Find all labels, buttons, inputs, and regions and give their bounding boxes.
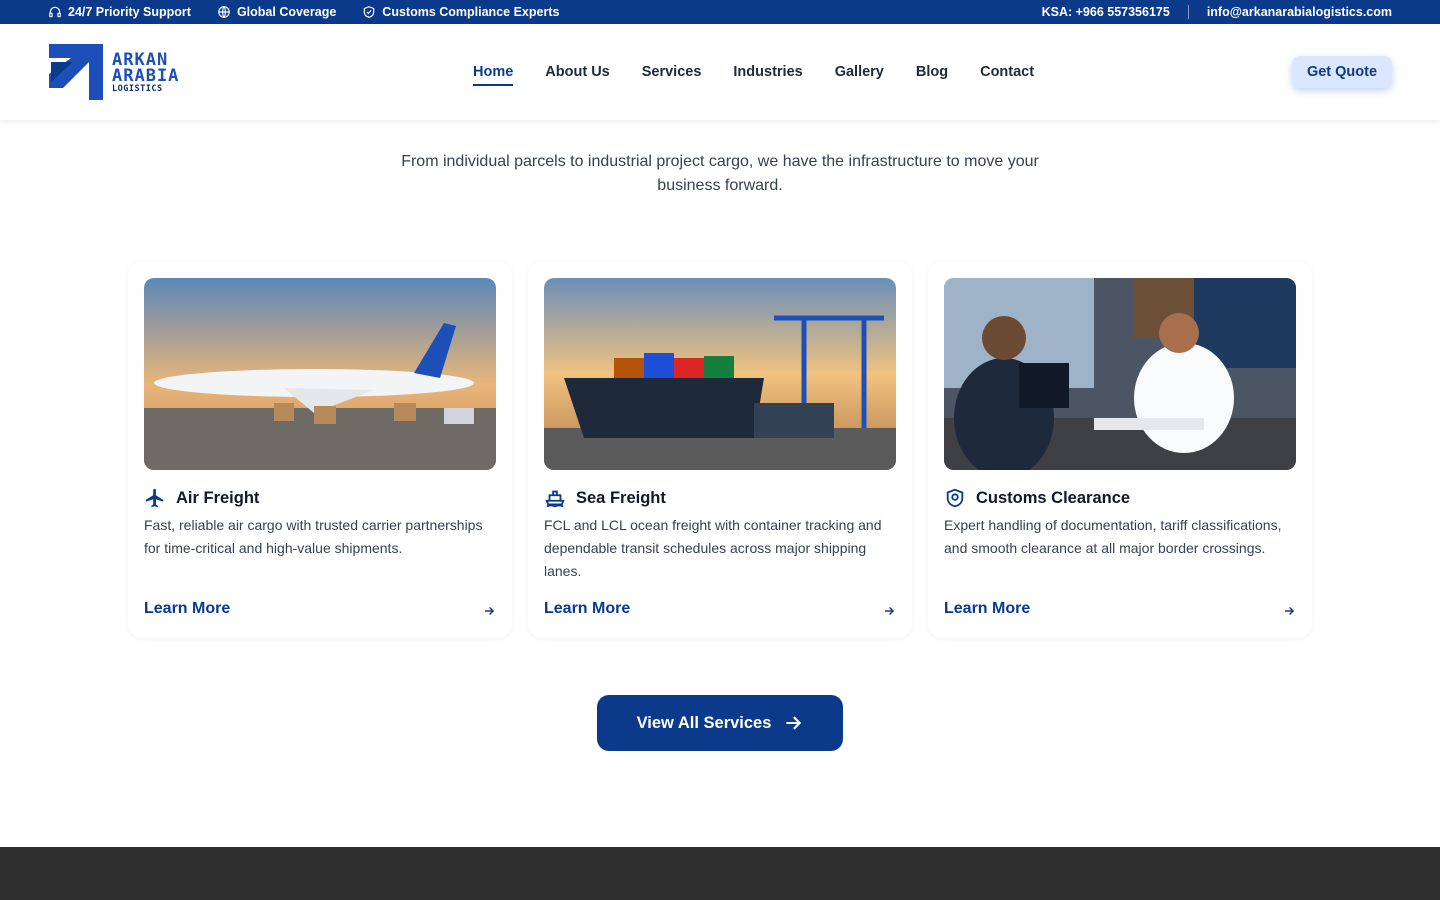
logo-mark-icon (49, 44, 103, 100)
site-header: ARKAN ARABIA LOGISTICS Home About Us Ser… (0, 24, 1440, 120)
service-card-customs-clearance: Customs Clearance Expert handling of doc… (928, 262, 1312, 638)
section-intro: From individual parcels to industrial pr… (401, 153, 1039, 194)
arrow-right-icon (786, 716, 802, 730)
coverage-text: Global Coverage (236, 5, 337, 19)
brand-logo[interactable]: ARKAN ARABIA LOGISTICS (49, 44, 209, 102)
compliance-item: Customs Compliance Experts (362, 5, 559, 19)
arrow-right-icon[interactable] (882, 604, 896, 618)
sea-freight-title-row: Sea Freight (544, 487, 666, 509)
support-text: 24/7 Priority Support (68, 5, 191, 19)
nav-gallery[interactable]: Gallery (835, 64, 884, 80)
air-freight-description: Fast, reliable air cargo with trusted ca… (144, 517, 483, 556)
get-quote-button[interactable]: Get Quote (1292, 56, 1392, 88)
sea-freight-description: FCL and LCL ocean freight with container… (544, 517, 882, 579)
air-freight-learn-more-link[interactable]: Learn More (144, 600, 230, 618)
customs-clearance-description: Expert handling of documentation, tariff… (944, 517, 1282, 556)
footer-section (0, 847, 1440, 900)
air-freight-image (144, 278, 496, 470)
sea-freight-title: Sea Freight (576, 488, 666, 507)
logo-word-3: LOGISTICS (112, 84, 163, 94)
nav-services[interactable]: Services (642, 64, 702, 80)
service-card-sea-freight: Sea Freight FCL and LCL ocean freight wi… (528, 262, 912, 638)
compliance-text: Customs Compliance Experts (382, 5, 560, 19)
customs-clearance-title: Customs Clearance (976, 488, 1131, 507)
globe-icon (218, 6, 230, 18)
nav-contact[interactable]: Contact (980, 64, 1034, 80)
view-all-services-button[interactable]: View All Services (597, 695, 843, 751)
customs-clearance-learn-more-link[interactable]: Learn More (944, 600, 1030, 618)
service-card-air-freight: Air Freight Fast, reliable air cargo wit… (128, 262, 512, 638)
arrow-right-icon[interactable] (1282, 604, 1296, 618)
nav-blog[interactable]: Blog (916, 64, 948, 80)
nav-industries[interactable]: Industries (733, 64, 802, 80)
air-freight-title: Air Freight (176, 488, 260, 507)
shield-icon (946, 488, 964, 508)
shield-check-icon (364, 6, 375, 18)
customs-clearance-title-row: Customs Clearance (944, 487, 1130, 509)
logo-word-2: ARABIA (112, 66, 180, 86)
airplane-icon (145, 488, 164, 508)
view-all-services-label: View All Services (636, 713, 772, 732)
support-item: 24/7 Priority Support (48, 5, 191, 19)
topbar-divider (1187, 5, 1189, 19)
ship-icon (545, 490, 565, 508)
arrow-right-icon[interactable] (482, 604, 496, 618)
nav-about-us[interactable]: About Us (545, 64, 609, 80)
sea-freight-learn-more-link[interactable]: Learn More (544, 600, 630, 618)
nav-home[interactable]: Home (473, 64, 514, 86)
email-link[interactable]: info@arkanarabialogistics.com (1207, 5, 1392, 19)
sea-freight-image (544, 278, 896, 470)
customs-clearance-image (944, 278, 1296, 470)
coverage-item: Global Coverage (217, 5, 336, 19)
top-info-bar: 24/7 Priority Support Global Coverage Cu… (0, 0, 1440, 24)
main-nav: Home About Us Services Industries Galler… (473, 24, 1034, 120)
headset-icon (49, 6, 61, 18)
phone-link[interactable]: KSA: +966 557356175 (1042, 5, 1170, 19)
air-freight-title-row: Air Freight (144, 487, 259, 509)
